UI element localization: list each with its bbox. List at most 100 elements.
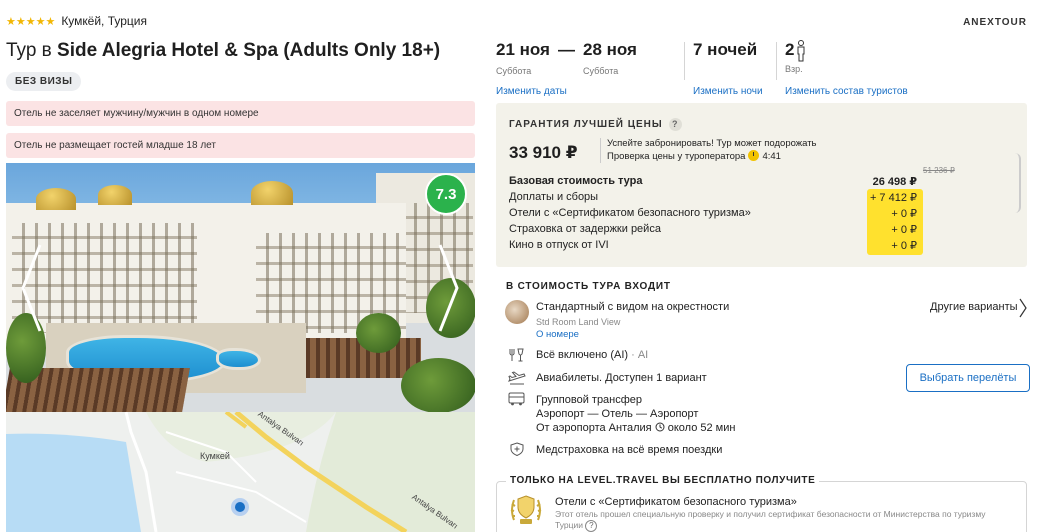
price-row-value: + 0 ₽	[891, 224, 917, 236]
person-icon	[797, 40, 805, 62]
dome-left	[36, 188, 76, 210]
room-thumbnail[interactable]	[505, 300, 529, 324]
chevron-right-icon[interactable]	[1019, 298, 1027, 318]
dome-center	[98, 185, 132, 205]
help-icon[interactable]: ?	[585, 520, 598, 532]
old-price: 51 236 ₽	[923, 166, 955, 175]
price-timer: 4:41	[762, 151, 781, 162]
change-dates-link[interactable]: Изменить даты	[496, 86, 567, 97]
collapse-handle[interactable]	[1015, 153, 1021, 213]
price-row-value: + 0 ₽	[891, 240, 917, 252]
price-row: Базовая стоимость тура 26 498 ₽	[509, 175, 1009, 191]
shield-plus-icon	[510, 442, 524, 456]
price-note-line2: Проверка цены у туроператора	[607, 151, 746, 162]
date-from-day: Суббота	[496, 66, 532, 76]
dome-right	[251, 181, 293, 205]
price-row: Доплаты и сборы + 7 412 ₽	[509, 191, 1009, 207]
meal-row: Всё включено (AI) · AI	[536, 349, 648, 361]
nights-value: 7 ночей	[693, 40, 758, 59]
nights-block: 7 ночей	[693, 40, 757, 60]
clock-icon	[655, 422, 665, 432]
hotel-location: Кумкёй, Турция	[61, 14, 147, 28]
rating-badge: 7.3	[425, 173, 467, 215]
price-row-value: 26 498 ₽	[872, 176, 917, 188]
date-to-day: Суббота	[583, 66, 619, 76]
meal-plan: Всё включено (AI)	[536, 349, 629, 361]
tour-operator: ANEXTOUR	[963, 17, 1027, 28]
date-from-value: 21 ноя	[496, 40, 550, 59]
price-row-label: Страховка от задержки рейса	[509, 223, 661, 235]
tourists-count-row: 2	[785, 40, 806, 62]
price-row-value: + 7 412 ₽	[869, 192, 917, 204]
price-row: Кино в отпуск от IVI + 0 ₽	[509, 239, 1009, 255]
price-breakdown: Базовая стоимость тура 26 498 ₽ Доплаты …	[509, 175, 1009, 255]
price-row-label: Базовая стоимость тура	[509, 175, 643, 187]
choose-flights-button[interactable]: Выбрать перелёты	[906, 364, 1030, 392]
price-row-label: Доплаты и сборы	[509, 191, 599, 203]
date-to-value: 28 ноя	[583, 40, 637, 59]
pool-small	[216, 348, 261, 370]
plane-icon	[508, 371, 526, 385]
visa-badge: БЕЗ ВИЗЫ	[6, 72, 82, 91]
room-name-en: Std Room Land View	[536, 317, 621, 327]
map-label-kumkoy: Кумкей	[200, 451, 230, 461]
transfer-time-row: От аэропорта Анталия около 52 мин	[536, 422, 735, 434]
certificate-title: Отели с «Сертификатом безопасного туризм…	[555, 496, 797, 508]
star-rating-icon: ★★★★★	[6, 15, 56, 28]
tourists-block: 2 Взр.	[785, 40, 806, 74]
free-bonus-title: ТОЛЬКО НА LEVEL.TRAVEL ВЫ БЕСПЛАТНО ПОЛУ…	[506, 475, 820, 486]
meal-icon	[509, 348, 524, 362]
title-prefix: Тур в	[6, 40, 52, 61]
warning-adults-only: Отель не размещает гостей младше 18 лет	[6, 133, 475, 158]
date-dash: —	[558, 40, 575, 59]
tree-bottom	[401, 358, 475, 412]
hotel-name: Side Alegria Hotel & Spa (Adults Only 18…	[57, 40, 441, 61]
divider	[684, 42, 685, 80]
insurance-info: Медстраховка на всё время поездки	[536, 444, 723, 456]
date-from: 21 ноя Суббота	[496, 40, 550, 76]
change-tourists-link[interactable]: Изменить состав туристов	[785, 86, 908, 97]
best-price-guarantee: ГАРАНТИЯ ЛУЧШЕЙ ЦЕНЫ?	[509, 118, 682, 131]
price-row-label: Отели с «Сертификатом безопасного туризм…	[509, 207, 751, 219]
map-canvas	[6, 412, 475, 532]
date-to: 28 ноя Суббота	[583, 40, 637, 76]
other-variants-link[interactable]: Другие варианты	[930, 301, 1018, 313]
transfer-time-prefix: От аэропорта Анталия	[536, 422, 652, 434]
meal-code: · AI	[631, 349, 649, 361]
change-nights-link[interactable]: Изменить ночи	[693, 86, 763, 97]
tree-mid	[356, 313, 401, 353]
hotel-map[interactable]: Кумкей Antalya Bulvarı Antalya Bulvarı	[6, 412, 475, 532]
tourists-label: Взр.	[785, 64, 803, 74]
divider	[776, 42, 777, 80]
timer-icon	[748, 150, 760, 161]
price-note-line1: Успейте забронировать! Тур может подорож…	[607, 138, 817, 149]
total-price: 33 910 ₽	[509, 143, 578, 162]
price-row-value: + 0 ₽	[891, 208, 917, 220]
guarantee-label: ГАРАНТИЯ ЛУЧШЕЙ ЦЕНЫ	[509, 119, 663, 130]
price-box: ГАРАНТИЯ ЛУЧШЕЙ ЦЕНЫ? 33 910 ₽ Успейте з…	[496, 103, 1027, 267]
warning-men-only: Отель не заселяет мужчину/мужчин в одном…	[6, 101, 475, 126]
price-note-line2-row: Проверка цены у туроператора 4:41	[607, 150, 817, 163]
price-note: Успейте забронировать! Тур может подорож…	[600, 138, 817, 163]
room-name: Стандартный с видом на окрестности	[536, 301, 730, 313]
transfer-route: Аэропорт — Отель — Аэропорт	[536, 408, 699, 420]
price-row-label: Кино в отпуск от IVI	[509, 239, 609, 251]
flights-info: Авиабилеты. Доступен 1 вариант	[536, 372, 707, 384]
certificate-description-row: Этот отель прошел специальную проверку и…	[555, 509, 995, 532]
transfer-time: около 52 мин	[667, 422, 736, 434]
included-title: В СТОИМОСТЬ ТУРА ВХОДИТ	[506, 281, 671, 292]
price-row: Отели с «Сертификатом безопасного туризм…	[509, 207, 1009, 223]
page-title: Тур в Side Alegria Hotel & Spa (Adults O…	[6, 40, 440, 62]
about-room-link[interactable]: О номере	[536, 329, 579, 340]
chevron-right-icon[interactable]	[438, 243, 460, 333]
tourists-count: 2	[785, 40, 795, 59]
chevron-left-icon[interactable]	[20, 243, 42, 333]
help-icon[interactable]: ?	[668, 118, 682, 131]
transfer-type: Групповой трансфер	[536, 394, 643, 406]
price-row: Страховка от задержки рейса + 0 ₽	[509, 223, 1009, 239]
bus-icon	[508, 392, 525, 406]
certificate-description: Этот отель прошел специальную проверку и…	[555, 509, 986, 530]
certificate-badge-icon	[510, 495, 542, 524]
hotel-location-row: ★★★★★ Кумкёй, Турция	[6, 14, 147, 28]
hotel-photo[interactable]: 7.3	[6, 163, 475, 412]
